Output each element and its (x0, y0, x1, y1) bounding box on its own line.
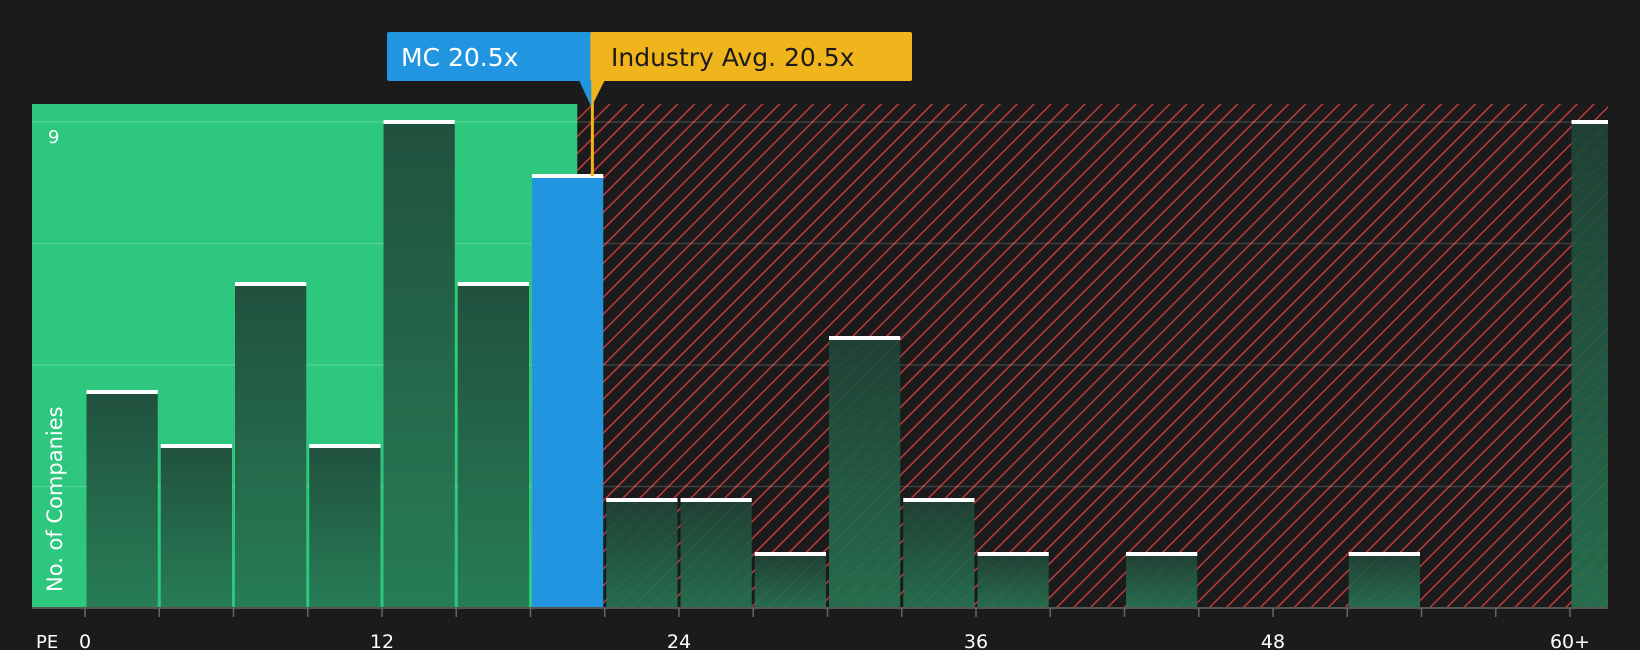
bar-cap (977, 552, 1049, 556)
x-axis-ticks: 0 12 24 36 48 60+ (79, 608, 1590, 650)
histogram-bar (1348, 554, 1420, 608)
bar-cap (754, 552, 826, 556)
pe-distribution-chart: 0 12 24 36 48 60+ 9 No. of Companies PE MC 20… (32, 32, 1608, 650)
y-tick-label: 9 (48, 127, 59, 148)
bar-cap (86, 390, 158, 394)
x-tick-label: 48 (1261, 631, 1285, 650)
histogram-bar (86, 392, 158, 608)
x-tick-label: 36 (964, 631, 988, 650)
x-tick-label: 24 (667, 631, 691, 650)
industry-avg-label: Industry Avg. 20.5x (611, 43, 854, 72)
x-tick-label: 0 (79, 631, 91, 650)
histogram-bar (606, 500, 678, 608)
histogram-bar (383, 122, 455, 608)
bar-cap (235, 282, 307, 286)
histogram-bar (309, 446, 381, 608)
bar-cap (1126, 552, 1198, 556)
histogram-bar (680, 500, 752, 608)
bar-cap (160, 444, 232, 448)
histogram-bar (1126, 554, 1198, 608)
bar-cap (903, 498, 975, 502)
bar-cap (309, 444, 381, 448)
histogram-bar (977, 554, 1049, 608)
bar-cap (457, 282, 529, 286)
histogram-bar (457, 284, 529, 608)
company-tag-pointer (579, 81, 592, 107)
bar-cap (829, 336, 901, 340)
x-tick-label: 60+ (1550, 631, 1590, 650)
histogram-bar (160, 446, 232, 608)
bar-cap (1571, 120, 1608, 124)
histogram-bar (235, 284, 307, 608)
company-pe-label: MC 20.5x (401, 43, 518, 72)
bar-cap (680, 498, 752, 502)
y-axis-label: No. of Companies (43, 406, 67, 592)
bar-cap (383, 120, 455, 124)
histogram-bar (1571, 122, 1608, 608)
histogram-bar (829, 338, 901, 608)
bar-cap (1348, 552, 1420, 556)
company-bar (532, 176, 604, 608)
histogram-bar (903, 500, 975, 608)
bar-cap (606, 498, 678, 502)
x-axis-label: PE (36, 632, 58, 650)
x-tick-label: 12 (370, 631, 394, 650)
histogram-bar (754, 554, 826, 608)
